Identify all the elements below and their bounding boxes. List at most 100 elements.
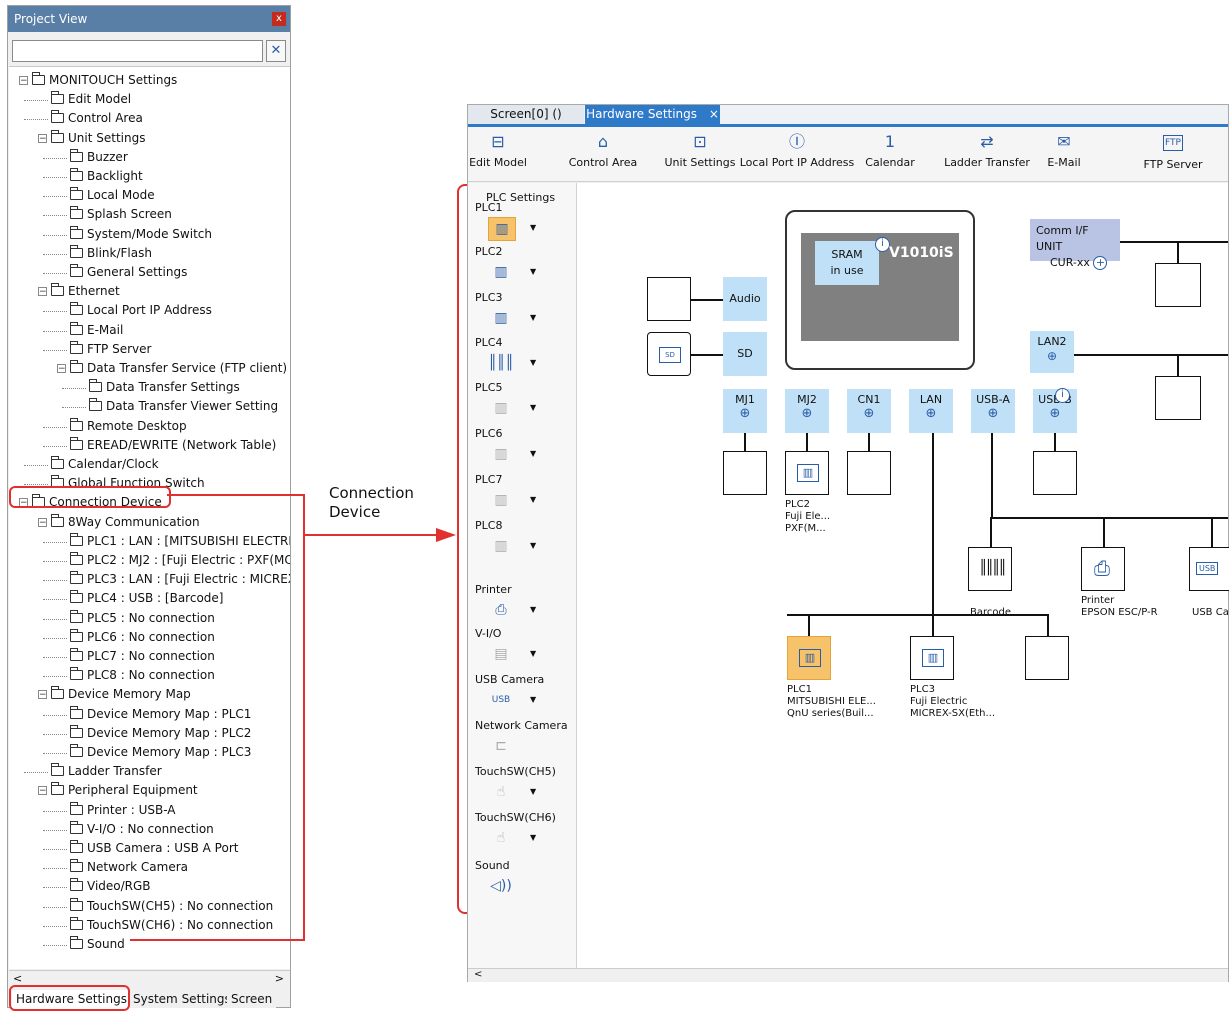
tree-item[interactable]: General Settings [70, 263, 187, 282]
tab-hardware-settings-doc[interactable]: Hardware Settings × [585, 105, 720, 124]
plc1-device[interactable]: ▥ [787, 636, 831, 680]
plc-icon[interactable]: ▥ [488, 261, 514, 283]
chevron-down-icon[interactable]: ▼ [530, 267, 536, 276]
chevron-down-icon[interactable]: ▼ [530, 541, 536, 550]
usb-b-device-slot[interactable] [1033, 451, 1077, 495]
plc-icon[interactable]: ☝ [488, 781, 514, 803]
usb-a-info-icon[interactable]: i [1055, 388, 1070, 403]
add-icon[interactable]: ⊕ [785, 407, 829, 421]
tree-item[interactable]: PLC8 : No connection [70, 666, 215, 685]
collapse-icon[interactable]: − [38, 133, 47, 143]
tab-screen-0[interactable]: Screen[0] () [468, 105, 584, 124]
collapse-icon[interactable]: − [38, 517, 47, 527]
port-usb-a[interactable]: USB-A ⊕ [971, 389, 1015, 433]
info-icon[interactable]: i [875, 237, 890, 252]
scroll-right-icon[interactable]: > [275, 972, 284, 985]
sram-badge[interactable]: SRAM in use [815, 241, 879, 285]
chevron-down-icon[interactable]: ▼ [530, 787, 536, 796]
audio-port[interactable]: Audio [723, 277, 767, 321]
chevron-down-icon[interactable]: ▼ [530, 223, 536, 232]
tree-item[interactable]: Data Transfer Service (FTP client) [70, 359, 287, 378]
tree-item[interactable]: MONITOUCH Settings [32, 71, 177, 90]
plc-icon[interactable]: ▥ [488, 489, 514, 511]
usb-camera-icon[interactable]: USB [488, 689, 514, 711]
add-icon[interactable]: ⊕ [847, 407, 891, 421]
tree-item[interactable]: PLC2 : MJ2 : [Fuji Electric : PXF(MOI [70, 551, 290, 570]
tree-item[interactable]: System/Mode Switch [70, 225, 212, 244]
tree-item[interactable]: PLC3 : LAN : [Fuji Electric : MICREX- [70, 570, 290, 589]
tree-item[interactable]: PLC4 : USB : [Barcode] [70, 589, 223, 608]
collapse-icon[interactable]: − [19, 76, 28, 86]
toolbar-button-unit-settings[interactable]: ⊡ Unit Settings [656, 131, 744, 169]
toolbar-button-control-area[interactable]: ⌂ Control Area [560, 131, 646, 169]
printer-icon[interactable]: ⎙ [488, 599, 514, 621]
sd-card-slot[interactable]: SD [647, 332, 691, 376]
tree-item[interactable]: Video/RGB [70, 877, 151, 896]
tab-screen[interactable]: Screen [227, 990, 277, 1008]
lan-device-slot[interactable] [1025, 636, 1069, 680]
tree-item[interactable]: EREAD/EWRITE (Network Table) [70, 436, 276, 455]
plc-icon[interactable]: ☝ [488, 827, 514, 849]
tree-item[interactable]: Sound [70, 935, 125, 954]
add-icon[interactable]: + [1093, 256, 1108, 270]
search-input[interactable] [12, 40, 263, 62]
tree-item[interactable]: TouchSW(CH5) : No connection [70, 897, 273, 916]
tree-item[interactable]: Splash Screen [70, 205, 172, 224]
collapse-icon[interactable]: − [38, 690, 47, 700]
tree-item[interactable]: Device Memory Map : PLC3 [70, 743, 251, 762]
collapse-icon[interactable]: − [38, 287, 47, 297]
lan2-device-slot[interactable] [1155, 376, 1201, 420]
toolbar-button-calendar[interactable]: 1 Calendar [855, 131, 925, 169]
plc-icon[interactable]: ▤ [488, 643, 514, 665]
chevron-down-icon[interactable]: ▼ [530, 313, 536, 322]
tree-item[interactable]: Device Memory Map : PLC2 [70, 724, 251, 743]
tree-item[interactable]: PLC7 : No connection [70, 647, 215, 666]
tree-item[interactable]: PLC6 : No connection [70, 628, 215, 647]
tree-item[interactable]: Device Memory Map : PLC1 [70, 705, 251, 724]
plc-icon[interactable]: ▥ [488, 307, 514, 329]
plc2-device[interactable]: ▥ [785, 451, 829, 495]
sd-port[interactable]: SD [723, 332, 767, 376]
chevron-down-icon[interactable]: ▼ [530, 358, 536, 367]
chevron-down-icon[interactable]: ▼ [530, 695, 536, 704]
chevron-down-icon[interactable]: ▼ [530, 605, 536, 614]
tree-item[interactable]: FTP Server [70, 340, 151, 359]
toolbar-button-edit-model[interactable]: ⊟ Edit Model [468, 131, 528, 169]
tree-item[interactable]: Local Mode [70, 186, 155, 205]
toolbar-button-e-mail[interactable]: ✉ E-Mail [1034, 131, 1094, 169]
toolbar-button-ftp-server[interactable]: FTP FTP Server [1138, 131, 1208, 171]
plc-icon[interactable]: ▥ [488, 535, 514, 557]
tree-item[interactable]: Data Transfer Viewer Setting [89, 397, 278, 416]
tree-item[interactable]: Buzzer [70, 148, 128, 167]
tree-item[interactable]: Unit Settings [51, 129, 145, 148]
tab-close-icon[interactable]: × [709, 107, 719, 121]
tree-item[interactable]: USB Camera : USB A Port [70, 839, 238, 858]
port-mj2[interactable]: MJ2 ⊕ [785, 389, 829, 433]
collapse-icon[interactable]: − [38, 786, 47, 796]
tree-item[interactable]: Calendar/Clock [51, 455, 159, 474]
plc-icon[interactable]: ║║║ [488, 352, 514, 374]
port-mj1[interactable]: MJ1 ⊕ [723, 389, 767, 433]
barcode-device[interactable]: ║║║║ [968, 547, 1012, 591]
port-cn1[interactable]: CN1 ⊕ [847, 389, 891, 433]
plc3-device[interactable]: ▥ [910, 636, 954, 680]
tree-item[interactable]: Data Transfer Settings [89, 378, 240, 397]
chevron-down-icon[interactable]: ▼ [530, 495, 536, 504]
tree-item[interactable]: TouchSW(CH6) : No connection [70, 916, 273, 935]
audio-device-slot[interactable] [647, 277, 691, 321]
tree-item[interactable]: E-Mail [70, 321, 123, 340]
plc-icon[interactable]: ▥ [488, 397, 514, 419]
add-icon[interactable]: ⊕ [723, 407, 767, 421]
cn1-device-slot[interactable] [847, 451, 891, 495]
add-icon[interactable]: ⊕ [909, 407, 953, 421]
tab-system-settings[interactable]: System Settings [129, 990, 235, 1008]
comm-if-unit[interactable]: Comm I/F UNIT CUR-xx + [1030, 219, 1120, 270]
chevron-down-icon[interactable]: ▼ [530, 403, 536, 412]
chevron-down-icon[interactable]: ▼ [530, 833, 536, 842]
plc-icon[interactable]: ▥ [488, 443, 514, 465]
chevron-down-icon[interactable]: ▼ [530, 649, 536, 658]
scroll-left-icon[interactable]: < [474, 969, 482, 980]
toolbar-button-local-port-ip-address[interactable]: Ⓘ Local Port IP Address [739, 131, 855, 169]
add-icon[interactable]: ⊕ [971, 407, 1015, 421]
tree-item[interactable]: Blink/Flash [70, 244, 152, 263]
